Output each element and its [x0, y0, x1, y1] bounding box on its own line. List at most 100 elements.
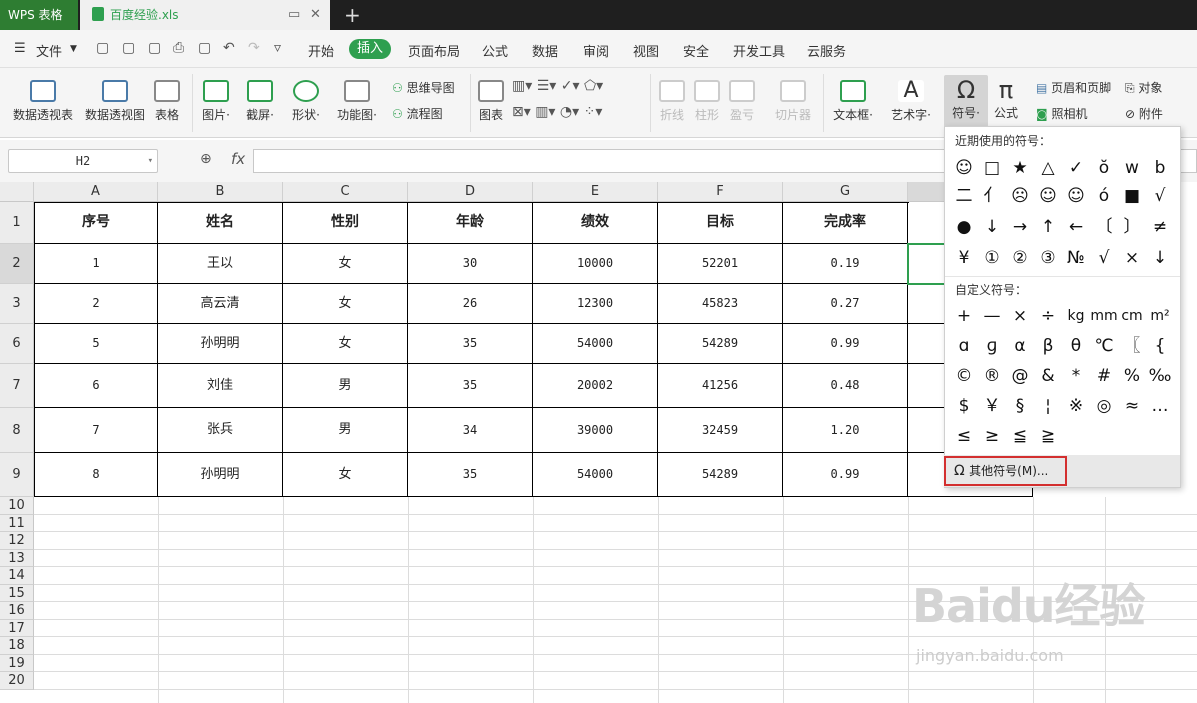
table-cell[interactable]: 女 [283, 324, 408, 364]
redo-icon[interactable]: ↷ [248, 40, 260, 56]
custom-symbol[interactable]: ≥ [978, 422, 1006, 450]
file-tab[interactable]: 百度经验.xls ▭ ✕ [80, 0, 330, 30]
recent-symbol[interactable]: b [1146, 154, 1174, 182]
table-cell[interactable]: 0.27 [783, 284, 908, 324]
new-tab-button[interactable]: + [344, 3, 361, 27]
camera-button[interactable]: ◙ 照相机 [1036, 105, 1087, 122]
pivot-chart-button[interactable]: 数据透视图 [84, 80, 146, 123]
close-tab-icon[interactable]: ✕ [310, 0, 321, 30]
row-header[interactable]: 10 [0, 497, 34, 515]
row-header[interactable]: 13 [0, 549, 34, 567]
table-cell[interactable]: 35 [408, 324, 533, 364]
custom-symbol[interactable]: @ [1006, 362, 1034, 390]
table-cell[interactable]: 7 [34, 408, 158, 453]
recent-symbol[interactable]: ① [978, 244, 1006, 272]
sparkline-line-button[interactable]: 折线 [656, 80, 688, 123]
header-cell[interactable]: 序号 [34, 202, 158, 244]
table-button[interactable]: 表格 [151, 80, 183, 123]
custom-symbol[interactable]: α [1006, 332, 1034, 360]
table-cell[interactable]: 0.99 [783, 324, 908, 364]
header-footer-button[interactable]: ▤ 页眉和页脚 [1036, 79, 1111, 96]
custom-symbol[interactable]: ※ [1062, 392, 1090, 420]
custom-symbol[interactable]: m² [1146, 302, 1174, 330]
table-cell[interactable]: 35 [408, 453, 533, 497]
name-box[interactable]: H2 ▾ [8, 149, 158, 173]
table-cell[interactable]: 女 [283, 244, 408, 284]
row-header[interactable]: 3 [0, 284, 34, 324]
row-header[interactable]: 20 [0, 672, 34, 690]
shape-button[interactable]: 形状· [288, 80, 324, 123]
row-header[interactable]: 7 [0, 364, 34, 408]
header-cell[interactable]: 年龄 [408, 202, 533, 244]
table-cell[interactable]: 孙明明 [158, 453, 283, 497]
table-cell[interactable]: 张兵 [158, 408, 283, 453]
picture-button[interactable]: 图片· [198, 80, 234, 123]
zoom-formula-icon[interactable]: ⊕ [200, 151, 212, 167]
recent-symbol[interactable]: √ [1090, 244, 1118, 272]
recent-symbol[interactable]: ③ [1034, 244, 1062, 272]
print-icon[interactable]: ⎙ [173, 40, 184, 56]
custom-symbol[interactable]: 〖 [1118, 332, 1146, 360]
recent-symbol[interactable]: → [1006, 213, 1034, 241]
table-cell[interactable]: 10000 [533, 244, 658, 284]
recent-symbol[interactable]: ● [950, 213, 978, 241]
attachment-button[interactable]: ⊘ 附件 [1125, 105, 1163, 122]
row-header[interactable]: 19 [0, 654, 34, 672]
table-cell[interactable]: 王以 [158, 244, 283, 284]
open-icon[interactable]: ▢ [96, 40, 109, 56]
custom-symbol[interactable]: θ [1062, 332, 1090, 360]
table-cell[interactable]: 54000 [533, 324, 658, 364]
quick-more-icon[interactable]: ▿ [274, 40, 281, 56]
recent-symbol[interactable]: ŏ [1090, 154, 1118, 182]
recent-symbol[interactable]: w [1118, 154, 1146, 182]
table-cell[interactable]: 54289 [658, 324, 783, 364]
custom-symbol[interactable]: { [1146, 332, 1174, 360]
table-cell[interactable]: 女 [283, 284, 408, 324]
menu-developer[interactable]: 开发工具 [733, 41, 785, 60]
custom-symbol[interactable]: … [1146, 392, 1174, 420]
custom-symbol[interactable]: ≦ [1006, 422, 1034, 450]
custom-symbol[interactable]: ◎ [1090, 392, 1118, 420]
recent-symbol[interactable]: ☺ [950, 154, 978, 182]
table-cell[interactable]: 6 [34, 364, 158, 408]
more-symbols-button[interactable]: Ω 其他符号(M)... [944, 456, 1067, 486]
table-cell[interactable]: 1 [34, 244, 158, 284]
table-cell[interactable]: 0.48 [783, 364, 908, 408]
header-cell[interactable]: 目标 [658, 202, 783, 244]
header-cell[interactable]: 绩效 [533, 202, 658, 244]
column-header[interactable]: A [34, 182, 158, 202]
recent-symbol[interactable]: ✓ [1062, 154, 1090, 182]
table-cell[interactable]: 1.20 [783, 408, 908, 453]
custom-symbol[interactable]: ® [978, 362, 1006, 390]
custom-symbol[interactable]: ≤ [950, 422, 978, 450]
recent-symbol[interactable]: ≠ [1146, 213, 1174, 241]
column-header[interactable]: D [408, 182, 533, 202]
menu-review[interactable]: 审阅 [583, 41, 609, 60]
object-button[interactable]: ⎘ 对象 [1125, 79, 1162, 96]
chart-button[interactable]: 图表 [476, 80, 506, 123]
recent-symbol[interactable]: × [1118, 244, 1146, 272]
row-header[interactable]: 12 [0, 532, 34, 550]
name-box-dropdown-icon[interactable]: ▾ [148, 150, 153, 172]
table-cell[interactable]: 45823 [658, 284, 783, 324]
custom-symbol[interactable]: kg [1062, 302, 1090, 330]
row-header[interactable]: 1 [0, 202, 34, 244]
column-header[interactable]: G [783, 182, 908, 202]
table-cell[interactable]: 39000 [533, 408, 658, 453]
table-cell[interactable]: 刘佳 [158, 364, 283, 408]
custom-symbol[interactable]: © [950, 362, 978, 390]
recent-symbol[interactable]: ☺ [1062, 182, 1090, 210]
table-cell[interactable]: 30 [408, 244, 533, 284]
function-chart-button[interactable]: 功能图· [333, 80, 381, 123]
column-header[interactable]: C [283, 182, 408, 202]
table-cell[interactable]: 26 [408, 284, 533, 324]
recent-symbol[interactable]: √ [1146, 182, 1174, 210]
screenshot-button[interactable]: 截屏· [242, 80, 278, 123]
menu-view[interactable]: 视图 [633, 41, 659, 60]
slicer-button[interactable]: 切片器 [772, 80, 814, 123]
table-cell[interactable]: 高云清 [158, 284, 283, 324]
table-cell[interactable]: 54289 [658, 453, 783, 497]
custom-symbol[interactable]: ɑ [950, 332, 978, 360]
row-header[interactable]: 17 [0, 619, 34, 637]
header-cell[interactable]: 性别 [283, 202, 408, 244]
